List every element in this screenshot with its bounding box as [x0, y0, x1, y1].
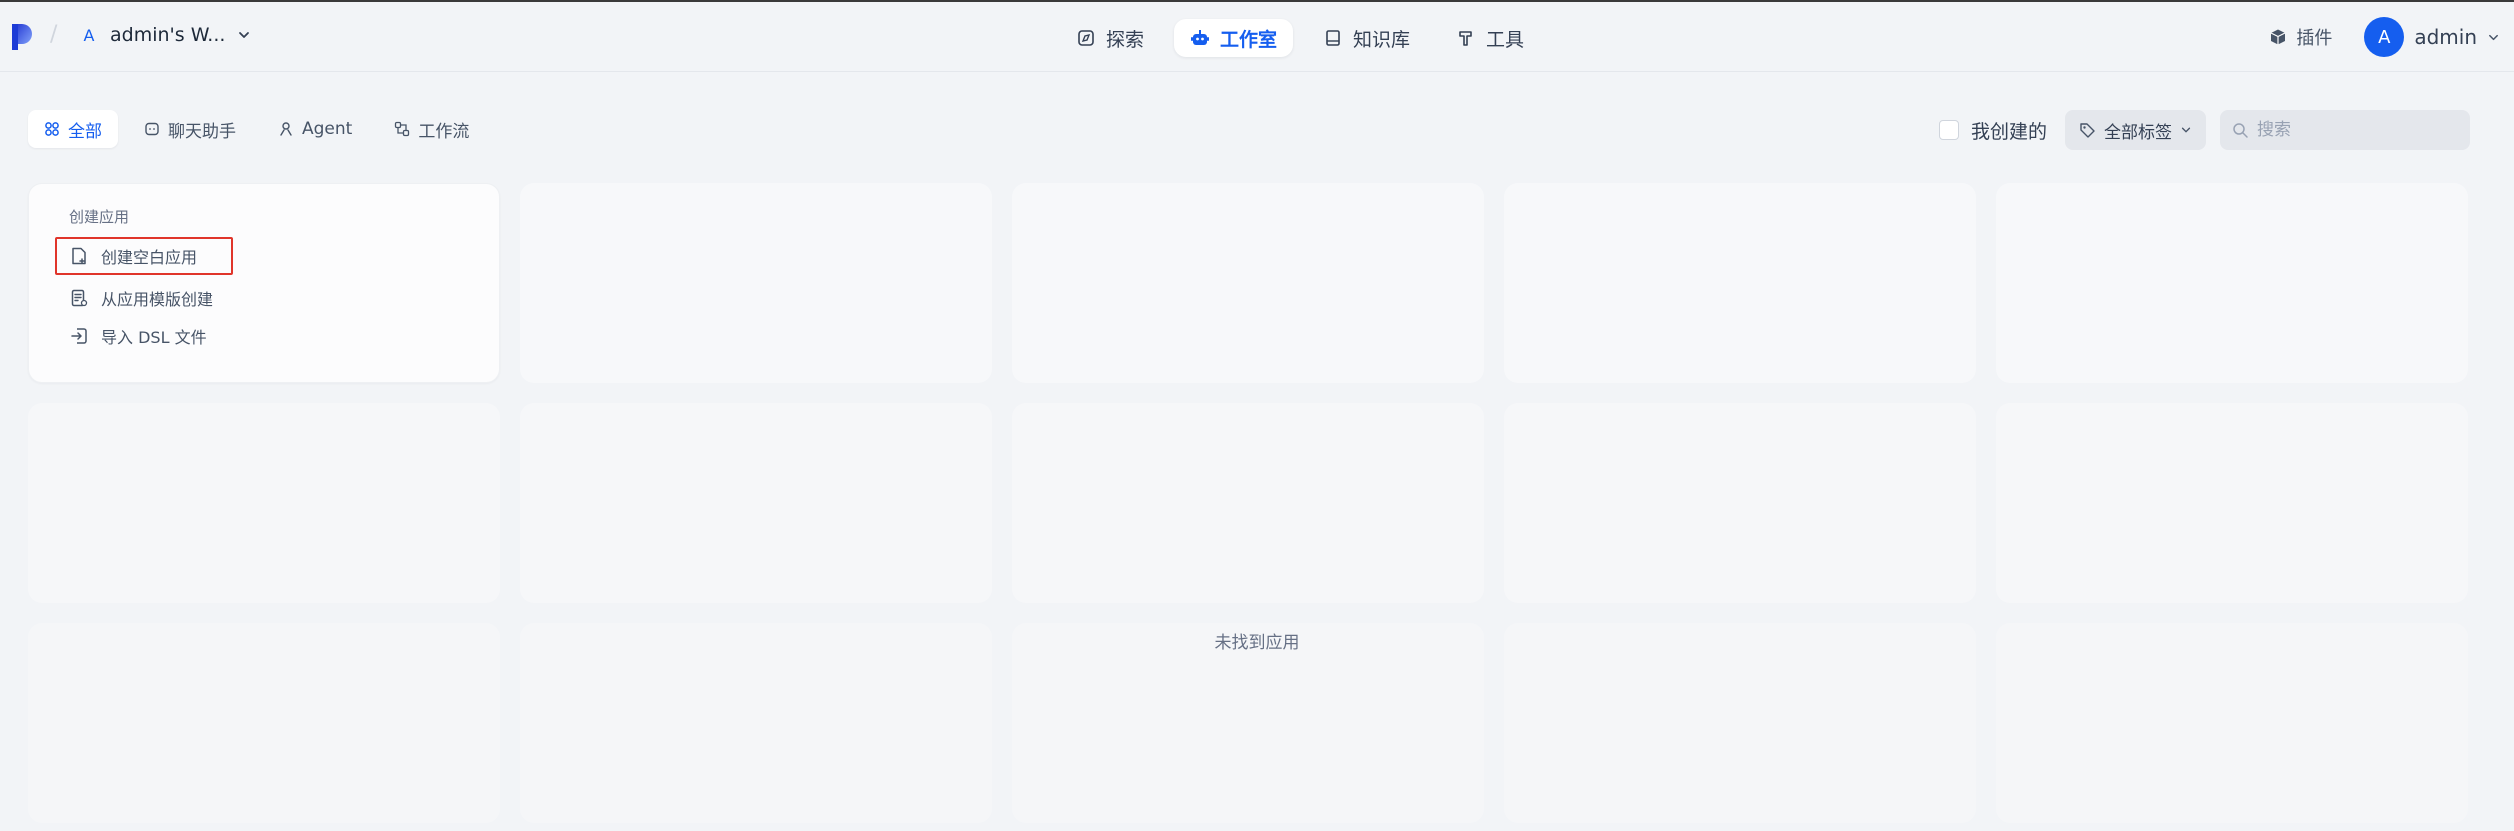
hammer-icon: [1459, 31, 1472, 46]
app-type-tabs: 全部 聊天助手 Agent 工作流: [28, 110, 485, 148]
create-from-template-button[interactable]: 从应用模版创建: [55, 279, 459, 317]
tag-filter-label: 全部标签: [2104, 122, 2172, 143]
placeholder-card: [1996, 183, 2468, 383]
placeholder-card: [28, 623, 500, 823]
chat-icon: [145, 122, 159, 136]
placeholder-card: [520, 623, 992, 823]
tab-label: Agent: [302, 119, 353, 139]
workspace-initial: A: [83, 25, 95, 45]
tab-chat-assistant[interactable]: 聊天助手: [128, 110, 252, 148]
main-nav: 探索 工作室 知识库 工具: [1060, 19, 1540, 57]
placeholder-card: [1012, 183, 1484, 383]
search-icon: [2233, 122, 2248, 138]
app-logo[interactable]: [10, 22, 34, 52]
chevron-down-icon: [239, 32, 250, 38]
placeholder-card: [1996, 403, 2468, 603]
plugin-label: 插件: [2296, 28, 2333, 49]
tag-filter-select[interactable]: 全部标签: [2065, 110, 2206, 150]
tab-label: 工作流: [418, 121, 470, 142]
placeholder-card: [1012, 403, 1484, 603]
import-dsl-button[interactable]: 导入 DSL 文件: [55, 317, 459, 355]
placeholder-card: [1996, 623, 2468, 823]
nav-studio[interactable]: 工作室: [1174, 19, 1294, 57]
nav-tools[interactable]: 工具: [1440, 19, 1540, 57]
import-icon: [71, 328, 87, 344]
nav-label: 知识库: [1353, 28, 1411, 51]
tab-workflow[interactable]: 工作流: [378, 110, 485, 148]
empty-state-message: 未找到应用: [1214, 633, 1300, 653]
cube-icon: [2271, 29, 2286, 45]
created-by-me-label: 我创建的: [1970, 120, 2047, 143]
nav-label: 工作室: [1220, 28, 1278, 51]
grid-icon: [45, 122, 59, 136]
created-by-me-toggle[interactable]: 我创建的: [1938, 117, 2047, 144]
created-by-me-checkbox[interactable]: [1938, 120, 1959, 140]
avatar: A: [2364, 17, 2405, 57]
robot-icon: [1191, 30, 1210, 45]
chevron-down-icon: [2489, 34, 2498, 40]
workflow-icon: [395, 121, 410, 137]
tab-label: 全部: [68, 121, 102, 142]
create-app-title: 创建应用: [69, 208, 130, 226]
nav-label: 工具: [1486, 28, 1525, 51]
nav-knowledge[interactable]: 知识库: [1307, 19, 1426, 57]
workspace-switcher[interactable]: A admin's W...: [80, 24, 251, 46]
tab-label: 聊天助手: [168, 121, 236, 142]
placeholder-card: [28, 403, 500, 603]
search-box[interactable]: [2220, 110, 2470, 150]
tab-agent[interactable]: Agent: [262, 110, 368, 148]
plugin-button[interactable]: 插件: [2269, 24, 2332, 50]
create-item-label: 从应用模版创建: [101, 290, 214, 309]
agent-icon: [280, 122, 292, 136]
placeholder-card: [520, 403, 992, 603]
header-right: 插件 A admin: [2269, 16, 2514, 58]
placeholder-card: [520, 183, 992, 383]
chevron-down-icon: [2181, 127, 2191, 133]
tab-all[interactable]: 全部: [28, 110, 118, 148]
breadcrumb-separator: /: [50, 22, 58, 47]
create-item-label: 导入 DSL 文件: [101, 328, 207, 347]
workspace-name: admin's W...: [110, 24, 226, 46]
top-header: / A admin's W... 探索 工作室 知识库 工具 插件 A admi…: [0, 2, 2514, 72]
placeholder-card: [1504, 183, 1976, 383]
account-name: admin: [2414, 25, 2477, 49]
app-page: / A admin's W... 探索 工作室 知识库 工具 插件 A admi…: [0, 0, 2514, 831]
app-grid: 创建应用 创建空白应用 从应用模版创建 导入 DSL 文件: [28, 183, 2468, 823]
placeholder-card: [1504, 623, 1976, 823]
create-blank-app-button[interactable]: 创建空白应用: [55, 237, 233, 275]
search-input[interactable]: [2257, 120, 2437, 140]
nav-explore[interactable]: 探索: [1060, 19, 1160, 57]
tag-icon: [2080, 122, 2095, 138]
blank-file-icon: [72, 247, 86, 265]
placeholder-card: [1504, 403, 1976, 603]
placeholder-card: [1012, 623, 1484, 823]
create-app-card: 创建应用 创建空白应用 从应用模版创建 导入 DSL 文件: [28, 183, 500, 383]
account-menu[interactable]: A admin: [2364, 17, 2500, 57]
template-icon: [71, 289, 88, 307]
create-item-label: 创建空白应用: [101, 248, 198, 267]
filter-controls: 我创建的 全部标签: [1938, 110, 2470, 150]
explore-icon: [1078, 30, 1094, 46]
nav-label: 探索: [1106, 28, 1145, 51]
book-icon: [1326, 30, 1340, 46]
